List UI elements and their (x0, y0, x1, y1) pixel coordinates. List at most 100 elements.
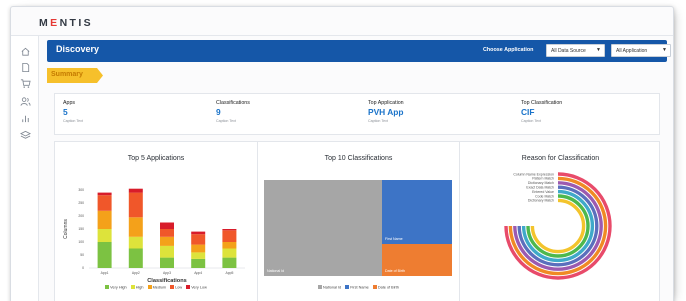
bar-segment (222, 229, 237, 231)
kpi-title: Top Classification (521, 100, 563, 106)
legend-swatch (105, 285, 110, 289)
bar-segment (128, 188, 143, 193)
radial-bar-label: Code Match (535, 194, 554, 198)
legend-item: Very Low (186, 285, 207, 290)
legend-label: High (135, 285, 144, 290)
layers-icon[interactable] (18, 128, 32, 142)
treemap-tile-date-of-birth[interactable]: Date of Birth (382, 244, 452, 276)
data-source-select[interactable]: All Data Source ▼ (546, 44, 605, 57)
kpi-caption: Caption Text (521, 119, 541, 123)
bar-segment (97, 210, 112, 229)
logo-text-accent: E (50, 17, 60, 29)
bar-segment (191, 234, 206, 245)
treemap-tile-national-id[interactable]: National Id (264, 180, 382, 276)
legend-item: Date of Birth (372, 285, 399, 290)
radial-bar-arc (526, 194, 590, 258)
radial-bar-arc (504, 172, 612, 280)
legend-swatch (130, 285, 135, 289)
legend-label: First Name (350, 285, 369, 290)
app-window: MENTIS Discovery Choose Application All … (10, 6, 674, 301)
radial-bar-arc (530, 198, 586, 254)
kpi-top-classification: Top Classification CIF Caption Text (521, 100, 562, 123)
legend-swatch (170, 285, 175, 289)
users-icon[interactable] (18, 94, 32, 108)
stage: MENTIS Discovery Choose Application All … (0, 0, 686, 301)
top-applications-panel: Top 5 Applications 0 50 100 150 200 250 300 Col… (55, 142, 257, 301)
chart-legend: National Id First Name Date of Birth (258, 285, 459, 290)
application-select[interactable]: All Application ▼ (611, 44, 671, 57)
x-tick-label: App4 (194, 271, 202, 275)
y-tick-label: 300 (78, 188, 84, 192)
legend-label: Date of Birth (377, 285, 399, 290)
legend-label: Medium (152, 285, 167, 290)
treemap-label: National Id (267, 269, 285, 273)
legend-label: National Id (323, 285, 342, 290)
kpi-classifications: Classifications 9 Caption Text (216, 100, 250, 123)
legend-swatch (345, 285, 350, 289)
y-tick-label: 250 (78, 201, 84, 205)
bar-segment (160, 222, 174, 229)
bar-segment (222, 242, 237, 249)
reason-for-classification-chart: Column Name ExpressionPattern MatchDicti… (504, 172, 612, 280)
chevron-down-icon: ▼ (596, 47, 601, 53)
radial-bar-label: Exact Data Match (526, 186, 554, 190)
kpi-value: 9 (216, 107, 221, 117)
discovery-header: Discovery Choose Application All Data So… (47, 40, 671, 62)
y-tick-label: 200 (78, 214, 84, 218)
legend-item: High (130, 285, 144, 290)
chevron-down-icon: ▼ (662, 47, 667, 53)
top-classifications-panel: Top 10 Classifications National Id First… (257, 142, 459, 301)
kpi-value: PVH App (368, 107, 404, 117)
kpi-caption: Caption Text (368, 119, 388, 123)
legend-swatch (147, 285, 152, 289)
cart-icon[interactable] (18, 76, 32, 90)
radial-bar-label: Entered Value (532, 190, 554, 194)
bar-segment (191, 231, 206, 235)
bar-segment (128, 192, 143, 218)
y-axis-title: Columns (63, 219, 69, 239)
chart-legend: Very High High Medium Low Very Low (55, 285, 257, 290)
bar-segment (160, 229, 174, 237)
x-tick-label: App3 (163, 271, 171, 275)
bar-segment (222, 230, 237, 242)
bar-chart-icon[interactable] (18, 111, 32, 125)
treemap-tile-first-name[interactable]: First Name (382, 180, 452, 244)
bar-segment (160, 257, 174, 268)
x-tick-label: App5 (225, 271, 233, 275)
y-tick-label: 50 (80, 253, 84, 257)
legend-swatch (186, 285, 191, 289)
top-applications-chart: 0 50 100 150 200 250 300 Columns App1 App2 App3 App… (63, 188, 245, 282)
kpi-value: CIF (521, 107, 535, 117)
kpi-caption: Caption Text (216, 119, 236, 123)
reason-for-classification-panel: Reason for Classification Column Name Ex… (459, 142, 661, 301)
sidebar (11, 36, 39, 301)
application-value: All Application (616, 48, 648, 54)
document-icon[interactable] (18, 60, 32, 74)
x-tick-label: App2 (132, 271, 140, 275)
legend-label: Very High (110, 285, 127, 290)
x-tick-label: App1 (101, 271, 109, 275)
bar-segment (97, 195, 112, 211)
radial-bar-label: Column Name Expression (513, 172, 554, 176)
treemap-label: First Name (385, 237, 403, 241)
legend-swatch (372, 285, 377, 289)
bar-segment (97, 242, 112, 268)
legend-label: Low (175, 285, 183, 290)
bar-segment (160, 245, 174, 258)
bar-segment (128, 248, 143, 268)
app-logo[interactable]: MENTIS (39, 17, 93, 29)
top-divider (11, 35, 673, 36)
home-icon[interactable] (18, 44, 32, 58)
bar-segment (222, 248, 237, 258)
bar-segment (160, 236, 174, 246)
x-axis-title: Classifications (147, 278, 186, 282)
legend-item: National Id (318, 285, 341, 290)
y-tick-label: 0 (82, 266, 84, 270)
bar-segment (128, 236, 143, 249)
logo-text-start: M (39, 17, 51, 29)
radial-bar-label: Dictionary Match (528, 199, 554, 203)
legend-item: First Name (345, 285, 369, 290)
kpi-title: Top Application (368, 100, 404, 106)
y-tick-label: 150 (78, 227, 84, 231)
legend-item: Very High (105, 285, 127, 290)
